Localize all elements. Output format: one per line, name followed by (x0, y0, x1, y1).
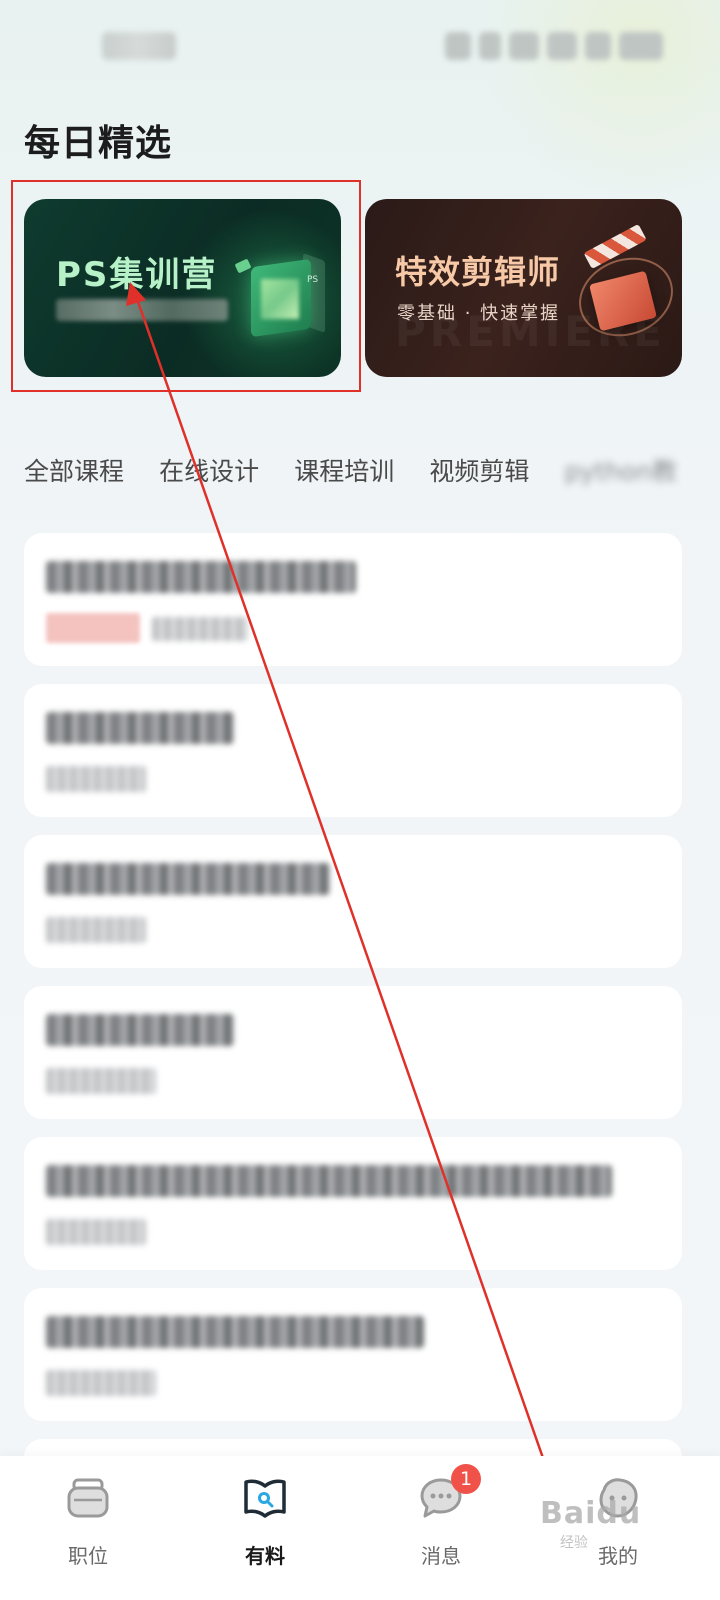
tab-python[interactable]: python教 (564, 452, 676, 488)
section-title: 每日精选 (24, 123, 173, 164)
list-item-meta-pixelated (46, 1068, 156, 1094)
tab-course-training[interactable]: 课程培训 (294, 452, 394, 488)
app-screen: 每日精选 PS集训营 PS PREMIERE 特效剪辑师 零基础 · 快速掌握 … (0, 0, 720, 1600)
list-item[interactable] (24, 684, 682, 817)
open-book-search-icon (243, 1476, 287, 1520)
list-item-title-pixelated (46, 1014, 234, 1046)
nav-label: 消息 (421, 1544, 461, 1568)
list-item-meta-pixelated (46, 917, 146, 943)
list-item-title-pixelated (46, 1316, 424, 1348)
status-time-pixelated (102, 32, 176, 60)
baidu-watermark: Baidu (540, 1496, 642, 1531)
briefcase-icon (66, 1476, 110, 1520)
banner-subtitle: 零基础 · 快速掌握 (397, 303, 561, 324)
list-item[interactable] (24, 986, 682, 1119)
list-item-meta-pixelated (46, 1219, 146, 1245)
signal-icon (585, 32, 611, 60)
list-item-meta-pixelated (152, 617, 248, 641)
annotation-highlight-box (11, 180, 361, 392)
banner-effects-editor[interactable]: PREMIERE 特效剪辑师 零基础 · 快速掌握 (365, 199, 682, 377)
signal-icon (547, 32, 577, 60)
status-bar (0, 0, 720, 90)
tab-video-editing[interactable]: 视频剪辑 (429, 452, 529, 488)
nav-item-jobs[interactable]: 职位 (38, 1476, 138, 1569)
course-list (24, 533, 682, 1590)
clapperboard-icon (567, 223, 682, 350)
tab-online-design[interactable]: 在线设计 (159, 452, 259, 488)
baidu-watermark-sub: 经验 (560, 1535, 588, 1551)
notification-icon (445, 32, 471, 60)
list-item[interactable] (24, 1288, 682, 1421)
status-icons-pixelated (445, 32, 663, 60)
list-item-meta-pixelated (46, 1370, 156, 1396)
list-item[interactable] (24, 1137, 682, 1270)
list-item-title-pixelated (46, 863, 330, 895)
wifi-icon (509, 32, 539, 60)
tab-all-courses[interactable]: 全部课程 (24, 452, 124, 488)
chat-bubble-icon: 1 (419, 1464, 481, 1520)
nav-item-messages[interactable]: 1 消息 (391, 1464, 491, 1569)
category-tabs: 全部课程 在线设计 课程培训 视频剪辑 python教 (24, 452, 720, 492)
banner-title: 特效剪辑师 (395, 253, 561, 291)
nav-label: 职位 (68, 1544, 108, 1568)
nav-label: 有料 (245, 1544, 285, 1568)
list-item-tag-pixelated (46, 613, 140, 643)
list-item[interactable] (24, 835, 682, 968)
list-item-title-pixelated (46, 561, 356, 593)
list-item-title-pixelated (46, 1165, 612, 1197)
nav-item-content[interactable]: 有料 (215, 1476, 315, 1569)
list-item-title-pixelated (46, 712, 234, 744)
unread-badge: 1 (451, 1464, 481, 1494)
list-item-meta-pixelated (46, 766, 146, 792)
alarm-icon (479, 32, 501, 60)
list-item[interactable] (24, 533, 682, 666)
battery-icon (619, 32, 663, 60)
